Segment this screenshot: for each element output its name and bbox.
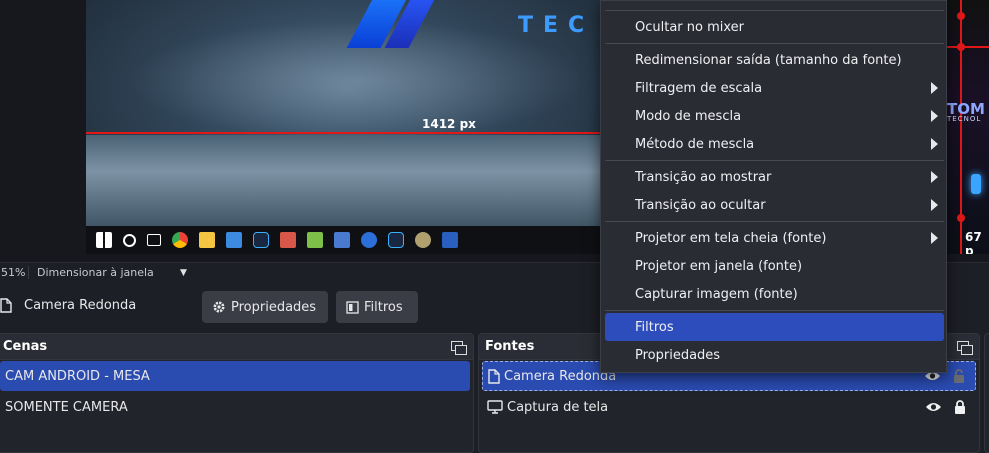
- right-measure-label: 67 p: [965, 230, 982, 254]
- measure-guide-line: [86, 132, 606, 134]
- menu-item-label: Método de mescla: [635, 136, 755, 152]
- undock-icon[interactable]: [451, 340, 467, 355]
- app-icon-7: [388, 232, 404, 248]
- filters-button-label: Filtros: [364, 299, 403, 315]
- app-icon-3: [280, 232, 296, 248]
- guide-line-horizontal: [943, 46, 989, 48]
- measure-label: 1412 px: [422, 117, 476, 131]
- unlock-icon[interactable]: [953, 369, 965, 383]
- menu-item-label: Filtros: [635, 319, 674, 335]
- menu-item-hide-in-mixer[interactable]: Ocultar no mixer: [605, 13, 944, 41]
- menu-item-fullscreen-projector[interactable]: Projetor em tela cheia (fonte): [605, 224, 944, 252]
- menu-item-filters[interactable]: Filtros: [605, 313, 944, 341]
- menu-item-label: Transição ao mostrar: [635, 169, 772, 185]
- scene-item-label: CAM ANDROID - MESA: [5, 368, 150, 384]
- windows-icon: [96, 232, 112, 248]
- menu-item-properties[interactable]: Propriedades: [605, 341, 944, 369]
- chrome-icon: [172, 232, 188, 248]
- scenes-panel-header: Cenas: [0, 334, 473, 360]
- zoom-level: 51%: [1, 266, 26, 279]
- menu-item-label: Modo de mescla: [635, 108, 742, 124]
- menu-item-screenshot-source[interactable]: Capturar imagem (fonte): [605, 280, 944, 308]
- menu-item-label: Projetor em tela cheia (fonte): [635, 230, 827, 246]
- transform-handle[interactable]: [957, 43, 965, 51]
- scenes-panel-title: Cenas: [3, 339, 48, 354]
- windows-taskbar: [86, 226, 606, 254]
- menu-item-windowed-projector[interactable]: Projetor em janela (fonte): [605, 252, 944, 280]
- submenu-arrow-icon: [931, 171, 938, 183]
- sources-panel-title: Fontes: [485, 339, 535, 354]
- app-icon-6: [361, 232, 377, 248]
- transform-handle[interactable]: [957, 12, 965, 20]
- app-icon-9: [442, 232, 458, 248]
- source-item-label: Captura de tela: [507, 399, 609, 415]
- undock-icon[interactable]: [957, 340, 973, 355]
- properties-button[interactable]: Propriedades: [202, 291, 328, 323]
- menu-separator: [605, 160, 944, 161]
- menu-item-label: Propriedades: [635, 347, 721, 363]
- filter-icon: [346, 300, 359, 314]
- lock-icon[interactable]: [954, 400, 966, 414]
- search-icon: [123, 233, 136, 247]
- selected-source: Camera Redonda: [0, 298, 136, 313]
- menu-item-scale-filtering[interactable]: Filtragem de escala: [605, 74, 944, 102]
- source-item[interactable]: Captura de tela: [482, 392, 976, 422]
- scene-item[interactable]: CAM ANDROID - MESA: [0, 361, 470, 391]
- app-icon-5: [334, 232, 350, 248]
- submenu-arrow-icon: [931, 110, 938, 122]
- context-menu: Ocultar no mixer Redimensionar saída (ta…: [600, 0, 947, 373]
- submenu-arrow-icon: [931, 199, 938, 211]
- app-icon-4: [307, 232, 323, 248]
- menu-separator: [605, 310, 944, 311]
- scene-item[interactable]: SOMENTE CAMERA: [0, 392, 470, 422]
- scenes-panel: Cenas CAM ANDROID - MESA SOMENTE CAMERA: [0, 333, 474, 453]
- chevron-down-icon[interactable]: ▼: [180, 268, 187, 278]
- menu-separator: [605, 221, 944, 222]
- scale-mode-select[interactable]: Dimensionar à janela: [28, 266, 193, 279]
- task-view-icon: [147, 234, 161, 246]
- file-icon: [0, 298, 12, 313]
- obs-window: TEC 1412 px TOM TECNOL 67 p 51% Dimensio…: [0, 0, 989, 453]
- monitor-icon: [487, 400, 503, 414]
- menu-item-label: Transição ao ocultar: [635, 197, 766, 213]
- menu-item-label: Filtragem de escala: [635, 80, 763, 96]
- eye-icon[interactable]: [925, 401, 942, 413]
- app-icon-1: [226, 232, 242, 248]
- menu-item-resize-output[interactable]: Redimensionar saída (tamanho da fonte): [605, 46, 944, 74]
- menu-item-label: Ocultar no mixer: [635, 19, 745, 35]
- transform-handle[interactable]: [957, 214, 965, 222]
- filters-button[interactable]: Filtros: [336, 291, 418, 323]
- brand-text: TEC: [518, 13, 595, 38]
- submenu-arrow-icon: [931, 232, 938, 244]
- menu-item-show-transition[interactable]: Transição ao mostrar: [605, 163, 944, 191]
- menu-item-label: Redimensionar saída (tamanho da fonte): [635, 52, 902, 68]
- submenu-arrow-icon: [931, 138, 938, 150]
- menu-item-blend-method[interactable]: Método de mescla: [605, 130, 944, 158]
- file-icon: [488, 368, 500, 384]
- menu-separator: [605, 10, 944, 11]
- submenu-arrow-icon: [931, 82, 938, 94]
- right-logo-subtitle: TECNOL: [947, 115, 982, 123]
- menu-item-blend-mode[interactable]: Modo de mescla: [605, 102, 944, 130]
- menu-item-label: Capturar imagem (fonte): [635, 286, 798, 302]
- menu-item-hide-transition[interactable]: Transição ao ocultar: [605, 191, 944, 219]
- app-icon-2: [253, 232, 269, 248]
- selected-source-name: Camera Redonda: [24, 298, 137, 313]
- preview-floor: [86, 135, 606, 226]
- file-explorer-icon: [199, 232, 215, 248]
- app-icon-8: [415, 232, 431, 248]
- mixer-panel-edge: [984, 333, 989, 453]
- properties-button-label: Propriedades: [231, 299, 317, 315]
- scene-item-label: SOMENTE CAMERA: [5, 399, 128, 415]
- menu-separator: [605, 43, 944, 44]
- menu-item-label: Projetor em janela (fonte): [635, 258, 803, 274]
- light-object: [971, 174, 981, 194]
- secondary-preview[interactable]: TOM TECNOL 67 p: [943, 0, 989, 254]
- gear-icon: [213, 301, 225, 313]
